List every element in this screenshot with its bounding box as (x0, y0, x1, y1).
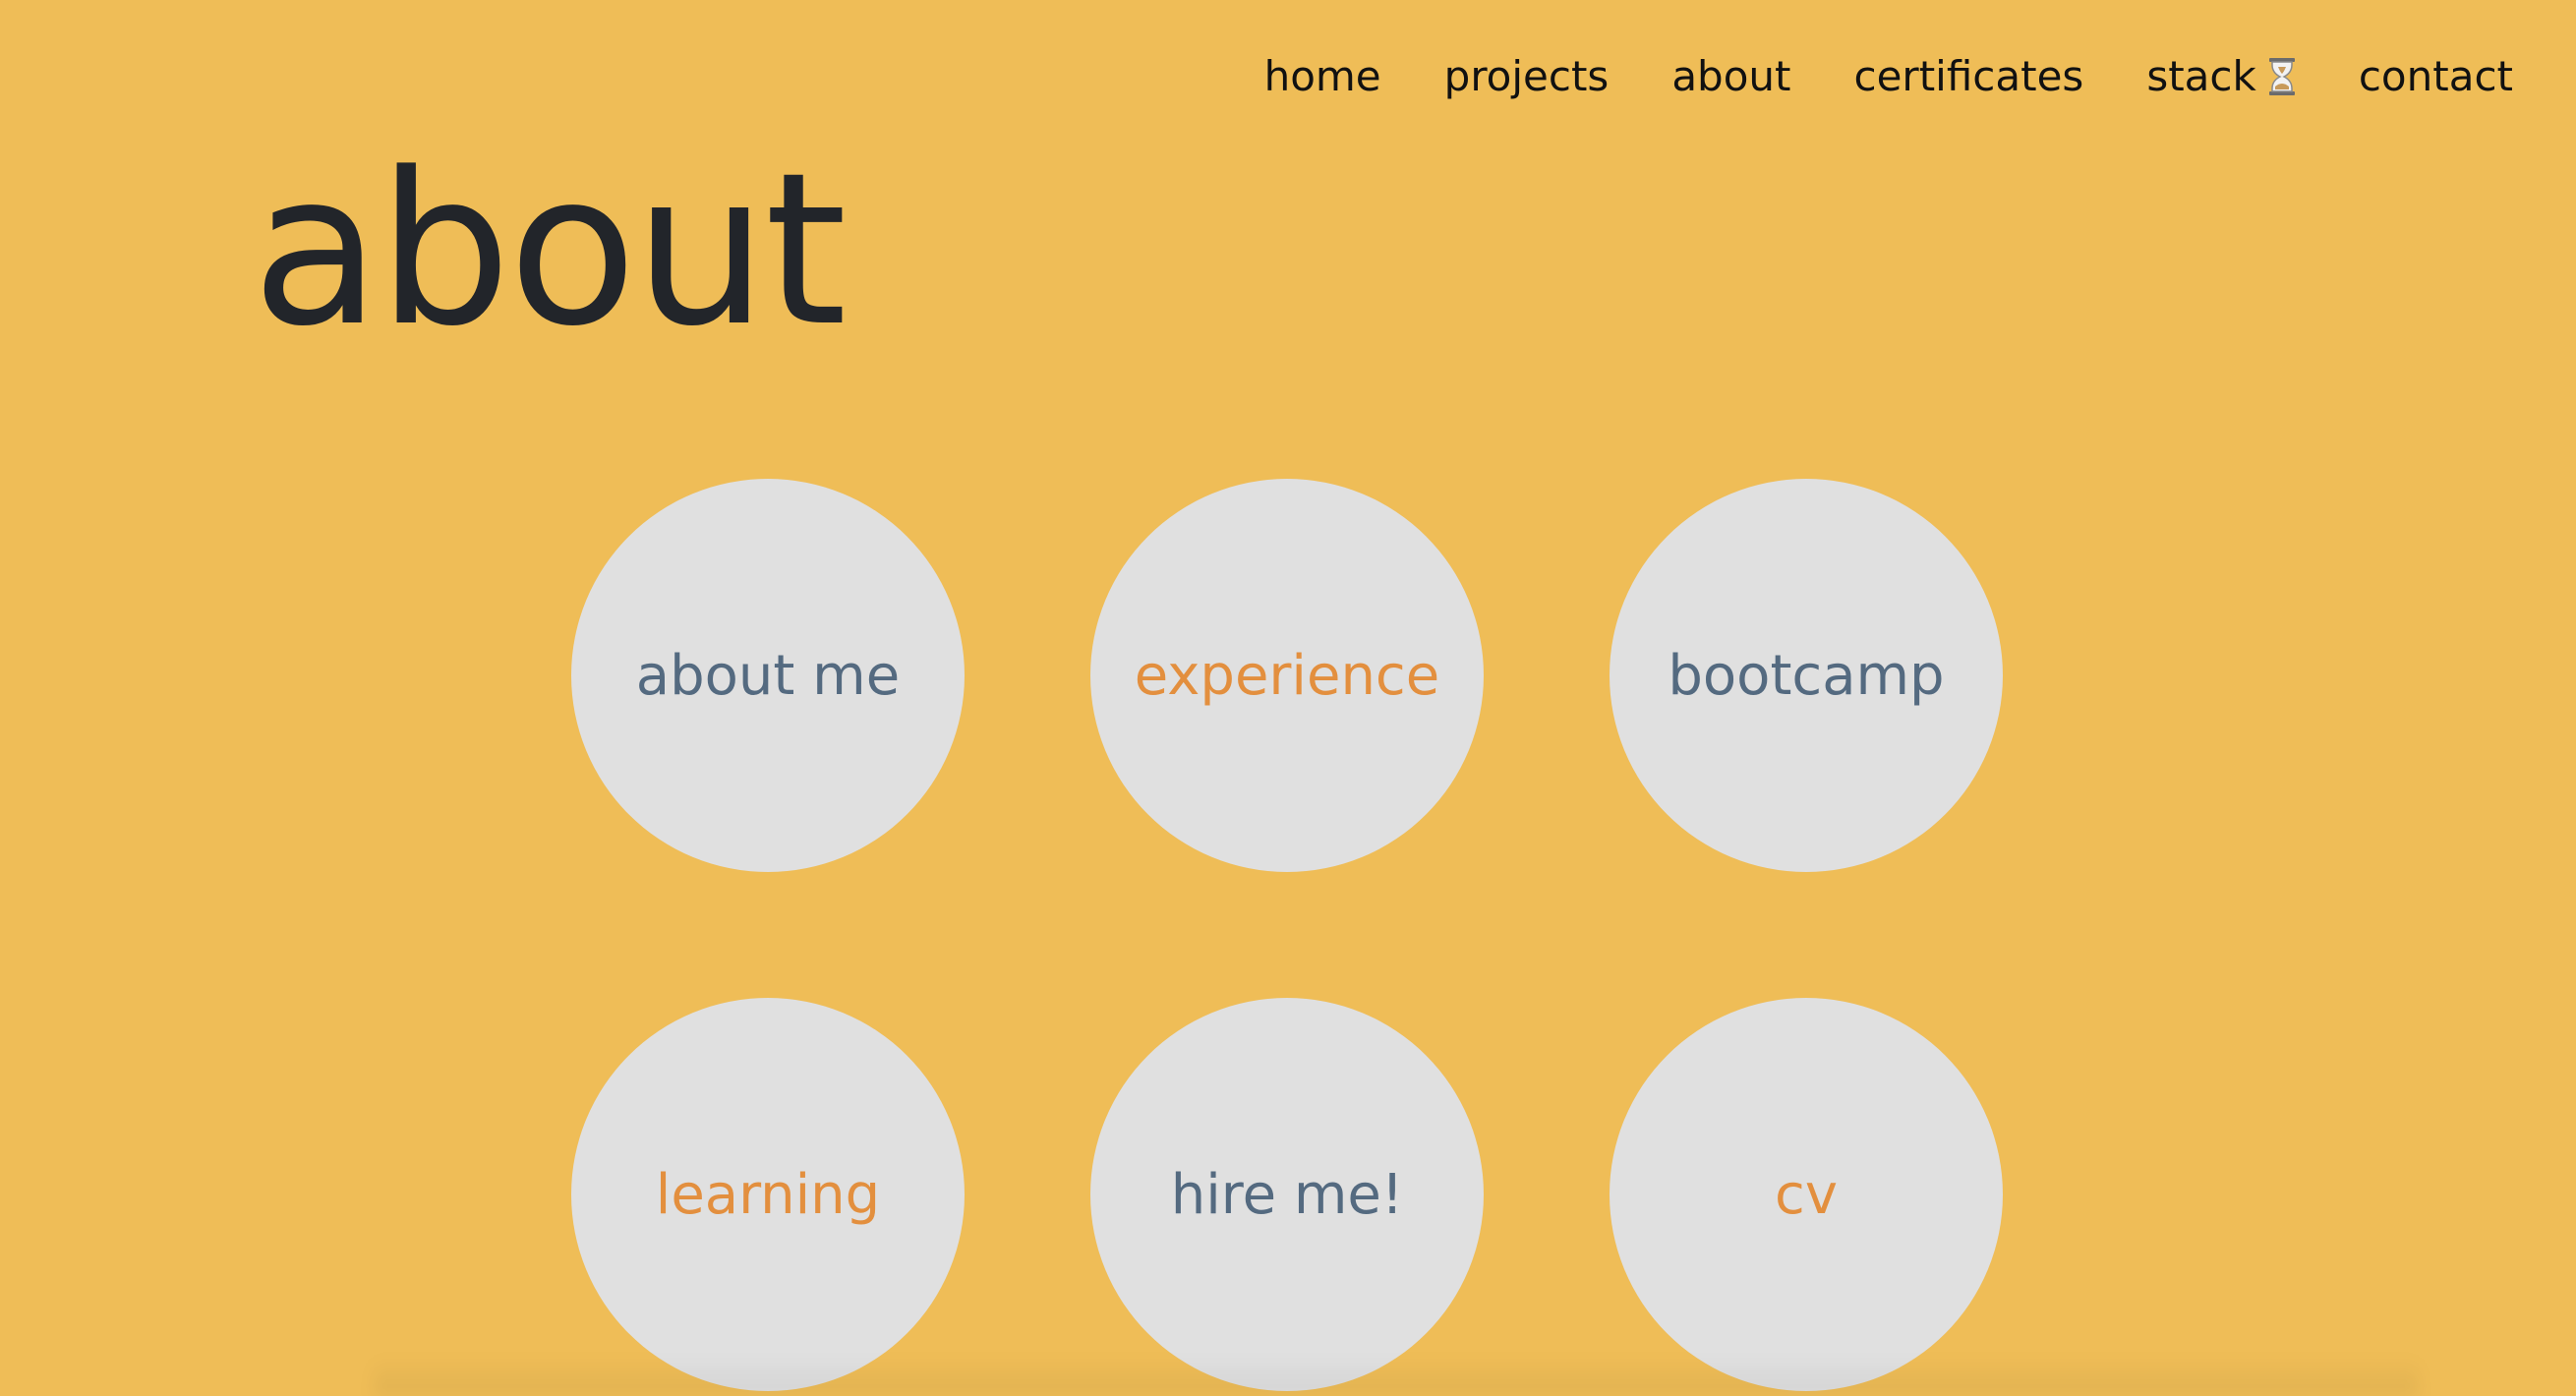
bootcamp-label: bootcamp (1668, 643, 1945, 708)
nav-contact-link[interactable]: contact (2359, 47, 2513, 106)
experience-button[interactable]: experience (1090, 479, 1484, 872)
nav-stack-label: stack (2146, 52, 2256, 100)
nav-about-link[interactable]: about (1671, 47, 1790, 106)
hourglass-icon (2268, 53, 2296, 95)
nav-projects-link[interactable]: projects (1444, 47, 1610, 106)
nav-stack-link[interactable]: stack (2146, 47, 2296, 106)
about-me-label: about me (635, 643, 901, 708)
experience-label: experience (1134, 643, 1440, 708)
hire-me-label: hire me! (1170, 1162, 1404, 1227)
page-title: about (252, 128, 847, 373)
hire-me-button[interactable]: hire me! (1090, 998, 1484, 1391)
bootcamp-button[interactable]: bootcamp (1610, 479, 2003, 872)
nav-home-link[interactable]: home (1264, 47, 1381, 106)
nav-certificates-link[interactable]: certificates (1854, 47, 2084, 106)
learning-label: learning (655, 1162, 881, 1227)
learning-button[interactable]: learning (571, 998, 965, 1391)
cv-button[interactable]: cv (1610, 998, 2003, 1391)
about-me-button[interactable]: about me (571, 479, 965, 872)
cv-label: cv (1775, 1162, 1838, 1227)
top-nav: home projects about certificates stack c… (1264, 47, 2513, 106)
